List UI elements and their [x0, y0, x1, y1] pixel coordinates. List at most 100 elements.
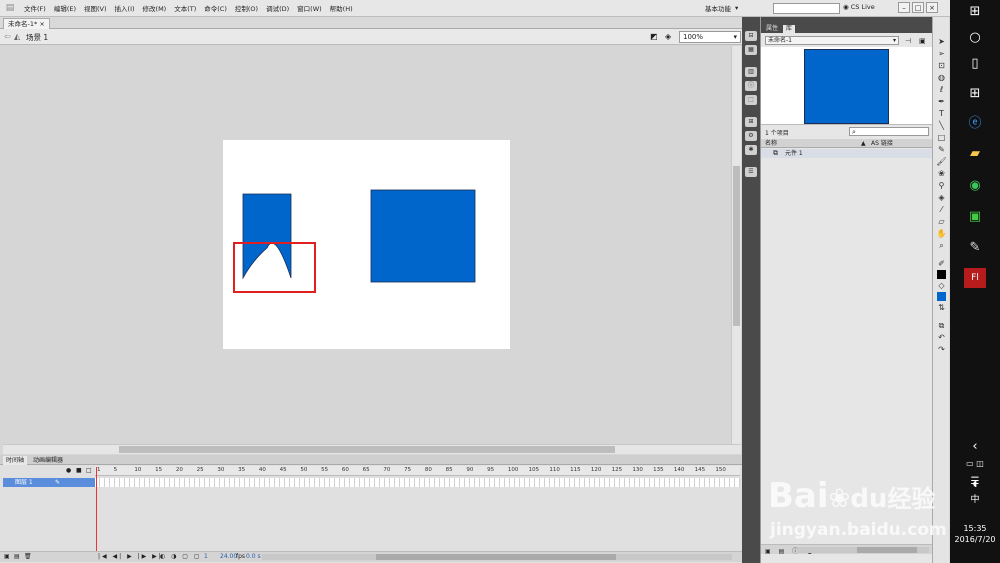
- lasso-tool-icon[interactable]: ℓ: [936, 84, 947, 95]
- menu-window[interactable]: 窗口(W): [293, 3, 326, 13]
- outline-icon[interactable]: □: [86, 467, 92, 474]
- playback-controls[interactable]: |◀ ◀| ▶ |▶ ▶|: [98, 553, 163, 560]
- tab-motion-editor[interactable]: 动画编辑器: [30, 456, 66, 465]
- menu-edit[interactable]: 编辑(E): [50, 3, 80, 13]
- snap-icon[interactable]: ⧉: [936, 320, 947, 331]
- motion-presets-icon[interactable]: ⚙: [745, 131, 757, 141]
- hand-tool-icon[interactable]: ✋: [936, 228, 947, 239]
- pen-tool-icon[interactable]: ✒: [936, 96, 947, 107]
- text-tool-icon[interactable]: T: [936, 108, 947, 119]
- vertical-scroll-thumb[interactable]: [733, 166, 740, 326]
- menu-debug[interactable]: 调试(D): [262, 3, 293, 13]
- horizontal-scroll-thumb[interactable]: [119, 446, 615, 453]
- column-name[interactable]: 名称: [765, 139, 777, 148]
- lock-icon[interactable]: ■: [76, 467, 82, 474]
- menu-view[interactable]: 视图(V): [80, 3, 111, 13]
- straighten-icon[interactable]: ↷: [936, 344, 947, 355]
- column-linkage[interactable]: AS 链接: [871, 139, 893, 148]
- system-clock[interactable]: 15:35 2016/7/20: [950, 523, 1000, 545]
- color-icon[interactable]: ▦: [745, 45, 757, 55]
- task-view-icon[interactable]: ▯: [964, 54, 986, 74]
- 3d-rotation-tool-icon[interactable]: ◍: [936, 72, 947, 83]
- file-explorer-icon[interactable]: ▰: [964, 144, 986, 164]
- sort-icon[interactable]: ▲: [861, 139, 866, 148]
- tray-icons[interactable]: ▭ ◫ ◖: [964, 454, 986, 488]
- close-icon[interactable]: ×: [926, 2, 938, 13]
- brush-tool-icon[interactable]: 🖌: [936, 156, 947, 167]
- eye-icon[interactable]: ●: [66, 467, 71, 474]
- menu-insert[interactable]: 插入(I): [111, 3, 139, 13]
- current-frame[interactable]: 1: [204, 553, 208, 560]
- close-icon[interactable]: ×: [39, 20, 44, 28]
- fill-color-swatch[interactable]: [937, 292, 946, 301]
- tab-timeline[interactable]: 时间轴: [3, 456, 28, 465]
- back-arrow-icon[interactable]: ⇦: [4, 32, 11, 41]
- cs-live-button[interactable]: ◉ CS Live: [843, 3, 875, 11]
- edit-scene-icon[interactable]: ◩: [650, 32, 658, 41]
- stage[interactable]: [223, 140, 510, 349]
- code-snippets-icon[interactable]: ✱: [745, 145, 757, 155]
- menu-file[interactable]: 文件(F): [20, 3, 50, 13]
- new-layer-icon[interactable]: ▣: [4, 553, 10, 560]
- flash-app-icon[interactable]: Fl: [964, 268, 986, 288]
- rectangle-tool-icon[interactable]: □: [936, 132, 947, 143]
- notification-icon[interactable]: ☰: [964, 472, 986, 492]
- smooth-icon[interactable]: ↶: [936, 332, 947, 343]
- menu-commands[interactable]: 命令(C): [200, 3, 231, 13]
- swatches-icon[interactable]: ▥: [745, 67, 757, 77]
- timeline-scroll-thumb[interactable]: [376, 554, 616, 560]
- store-icon[interactable]: ⊞: [964, 84, 986, 104]
- green-app-icon[interactable]: ◉: [964, 176, 986, 196]
- workspace-switcher[interactable]: 基本功能 ▾: [705, 3, 738, 13]
- paint-app-icon[interactable]: ✎: [964, 238, 986, 258]
- zoom-tool-icon[interactable]: ⌕: [936, 240, 947, 251]
- pin-icon[interactable]: ⊣: [905, 37, 911, 45]
- maximize-icon[interactable]: □: [912, 2, 924, 13]
- menu-text[interactable]: 文本(T): [170, 3, 200, 13]
- start-icon[interactable]: ⊞: [964, 2, 986, 22]
- tab-library[interactable]: 库: [783, 25, 796, 33]
- timeline-ruler[interactable]: 1 5 10 15 20 25 30 35 40 45 50 55 60 65 70 75 80 85 90 95 10…: [95, 466, 740, 476]
- stroke-color-swatch[interactable]: [937, 270, 946, 279]
- selection-tool-icon[interactable]: ➤: [936, 36, 947, 47]
- layer-row[interactable]: 图层 1 ✎: [3, 478, 95, 487]
- new-library-panel-icon[interactable]: ▣: [919, 37, 926, 45]
- stroke-color-icon[interactable]: ✐: [936, 258, 947, 269]
- playhead[interactable]: [96, 467, 97, 553]
- transform-icon[interactable]: ⬚: [745, 95, 757, 105]
- line-tool-icon[interactable]: ╲: [936, 120, 947, 131]
- paint-bucket-tool-icon[interactable]: ◈: [936, 192, 947, 203]
- info-icon[interactable]: ⓘ: [745, 81, 757, 91]
- menu-help[interactable]: 帮助(H): [326, 3, 357, 13]
- horizontal-scrollbar[interactable]: [3, 444, 741, 454]
- fps-value[interactable]: 24.00: [220, 553, 237, 560]
- deco-tool-icon[interactable]: ❀: [936, 168, 947, 179]
- menu-modify[interactable]: 修改(M): [139, 3, 171, 13]
- timeline-scrollbar[interactable]: [262, 554, 732, 560]
- zoom-select[interactable]: 100% ▾: [679, 31, 741, 43]
- eraser-tool-icon[interactable]: ▱: [936, 216, 947, 227]
- cortana-icon[interactable]: ○: [964, 28, 986, 48]
- menu-control[interactable]: 控制(O): [231, 3, 262, 13]
- minimize-icon[interactable]: –: [898, 2, 910, 13]
- components-icon[interactable]: ⊞: [745, 117, 757, 127]
- browser-icon[interactable]: ⓔ: [964, 114, 986, 134]
- iqiyi-icon[interactable]: ▣: [964, 207, 986, 227]
- new-folder-icon[interactable]: ▤: [14, 553, 20, 560]
- help-search-input[interactable]: [773, 3, 840, 14]
- ime-indicator[interactable]: 中: [964, 490, 986, 510]
- frame-cells[interactable]: [95, 478, 740, 487]
- delete-layer-icon[interactable]: 🗑: [24, 553, 32, 560]
- document-tab[interactable]: 未命名-1* ×: [3, 18, 50, 29]
- free-transform-tool-icon[interactable]: ⊡: [936, 60, 947, 71]
- library-item[interactable]: ⧉ 元件 1: [761, 149, 933, 158]
- vertical-scrollbar[interactable]: [731, 46, 741, 444]
- eyedropper-tool-icon[interactable]: ⁄: [936, 204, 947, 215]
- align-icon[interactable]: ⊟: [745, 31, 757, 41]
- pencil-tool-icon[interactable]: ✎: [936, 144, 947, 155]
- library-search-input[interactable]: ⌕: [849, 127, 929, 136]
- library-document-select[interactable]: 未命名-1 ▾: [765, 36, 899, 45]
- fill-color-icon[interactable]: ◇: [936, 280, 947, 291]
- swap-colors-icon[interactable]: ⇅: [936, 302, 947, 313]
- history-icon[interactable]: ☰: [745, 167, 757, 177]
